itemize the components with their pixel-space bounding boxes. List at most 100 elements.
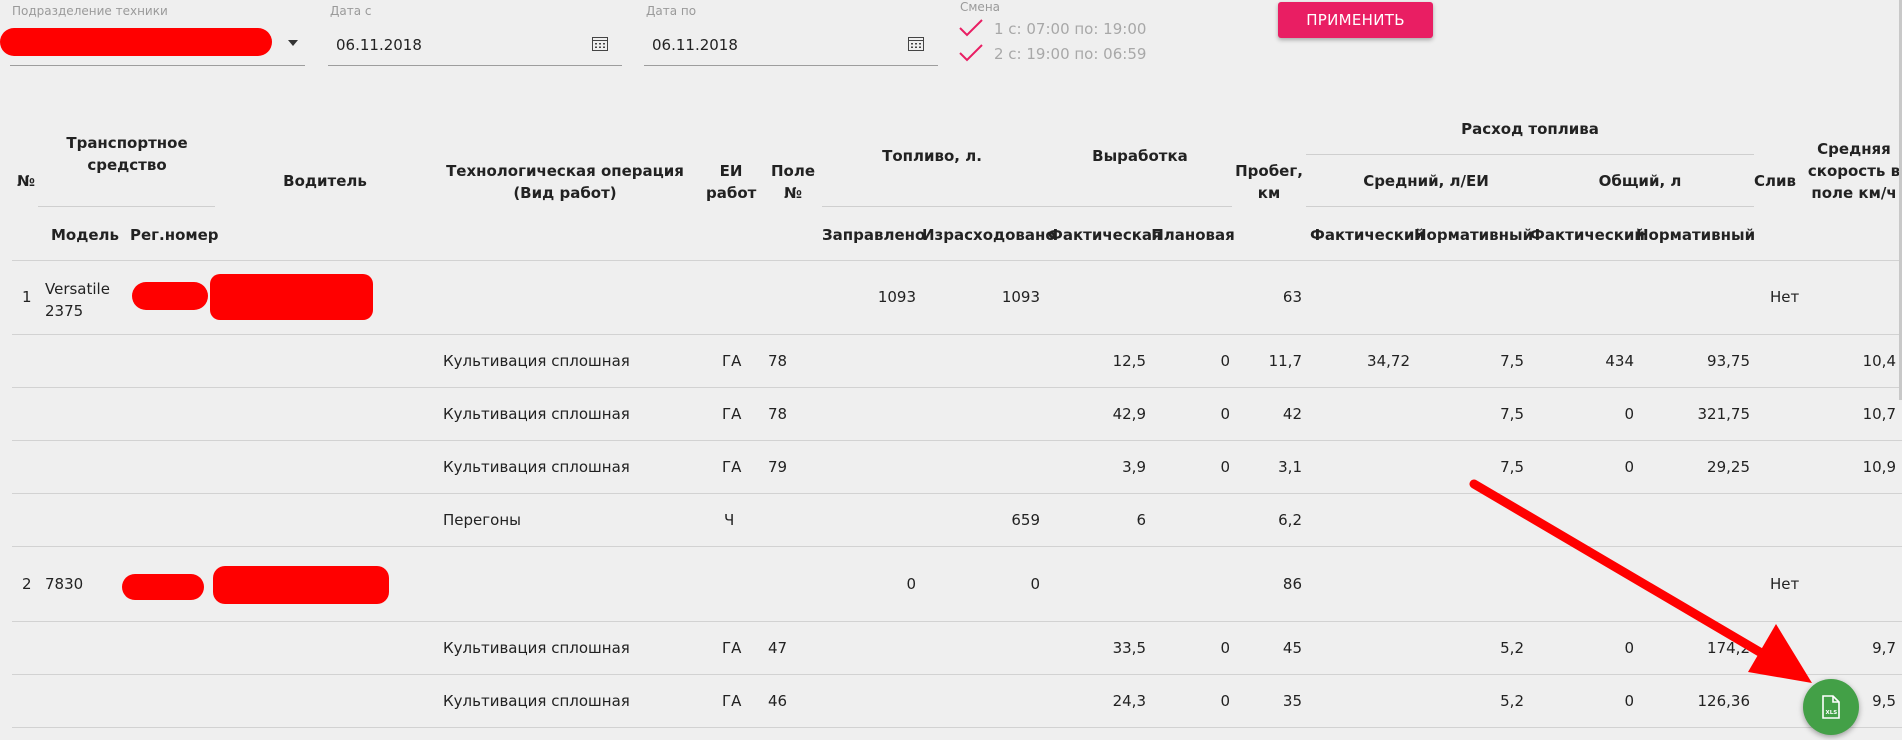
row-num: 2 [22,575,32,593]
output-actual-value: 12,5 [1112,352,1146,370]
drain-value: Нет [1770,575,1800,593]
col-tot-norm-header: Нормативный [1636,226,1756,244]
col-output-header: Выработка [1092,147,1188,165]
col-fuel-header: Топливо, л. [882,147,982,165]
mileage-value: 42 [1282,405,1302,423]
field-value: 46 [768,692,788,710]
output-planned-value: 0 [1220,692,1230,710]
avg-norm-value: 7,5 [1500,352,1524,370]
speed-value: 10,9 [1862,458,1896,476]
output-planned-value: 0 [1220,458,1230,476]
output-actual-value: 33,5 [1112,639,1146,657]
col-reg-header: Рег.номер [130,226,219,244]
refueled-value: 0 [906,575,916,593]
unit-value: ГА [722,352,742,370]
speed-value: 10,4 [1862,352,1896,370]
row-divider [12,387,1902,388]
col-speed-header: Средняя скорость в поле км/ч [1807,140,1901,202]
mileage-value: 86 [1282,575,1302,593]
report-table: № Транспортное средство Модель Рег.номер… [0,0,1902,740]
col-tot-fact-header: Фактический [1530,226,1645,244]
col-num-header: № [16,172,36,190]
row-divider [12,493,1902,494]
row-divider [12,334,1902,335]
unit-value: ГА [722,405,742,423]
row-divider [12,546,1902,547]
redacted-reg-number [122,574,204,600]
consumed-value: 0 [1030,575,1040,593]
field-value: 79 [768,458,788,476]
avg-norm-value: 7,5 [1500,405,1524,423]
row-num: 1 [22,288,32,306]
unit-value: Ч [724,511,735,529]
unit-value: ГА [722,692,742,710]
col-avg-header: Средний, л/ЕИ [1363,172,1489,190]
field-value: 47 [768,639,788,657]
mileage-value: 35 [1282,692,1302,710]
output-planned-value: 0 [1220,352,1230,370]
col-avg-fact-header: Фактический [1310,226,1425,244]
tot-fact-value: 0 [1624,405,1634,423]
vehicle-model: Versatile 2375 [45,280,110,320]
speed-value: 9,7 [1872,639,1896,657]
operation-value: Культивация сплошная [443,405,630,423]
redacted-reg-number [132,282,208,310]
field-value: 78 [768,352,788,370]
drain-value: Нет [1770,288,1800,306]
operation-value: Культивация сплошная [443,639,630,657]
output-planned-value: 0 [1220,405,1230,423]
tot-norm-value: 93,75 [1707,352,1750,370]
row-divider [12,674,1902,675]
col-field-header: Поле № [770,162,816,202]
row-divider [12,260,1902,261]
header-divider [38,206,215,207]
row-divider [12,621,1902,622]
tot-norm-value: 126,36 [1697,692,1751,710]
operation-value: Культивация сплошная [443,692,630,710]
row-divider [12,727,1902,728]
tot-norm-value: 321,75 [1697,405,1751,423]
col-output-actual-header: Фактическая [1048,226,1162,244]
avg-norm-value: 7,5 [1500,458,1524,476]
consumed-value: 1093 [1001,288,1040,306]
operation-value: Культивация сплошная [443,352,630,370]
row-divider [12,440,1902,441]
col-unit-header: ЕИ работ [706,162,757,202]
xls-file-icon: XLS [1822,695,1840,719]
col-driver-header: Водитель [283,172,367,190]
mileage-value: 3,1 [1278,458,1302,476]
redacted-driver [210,274,373,320]
tot-fact-value: 0 [1624,639,1634,657]
output-actual-value: 6 [1136,511,1146,529]
mileage-value: 45 [1282,639,1302,657]
avg-norm-value: 5,2 [1500,639,1524,657]
consumed-value: 659 [1011,511,1040,529]
col-total-header: Общий, л [1598,172,1682,190]
output-planned-value: 0 [1220,639,1230,657]
col-output-planned-header: Плановая [1151,226,1235,244]
vehicle-model: 7830 [45,575,84,593]
output-actual-value: 24,3 [1112,692,1146,710]
tot-norm-value: 174,2 [1707,639,1750,657]
mileage-value: 6,2 [1278,511,1302,529]
mileage-value: 63 [1282,288,1302,306]
avg-fact-value: 34,72 [1367,352,1410,370]
col-vehicle-header: Транспортное средство [66,134,188,174]
unit-value: ГА [722,458,742,476]
col-refueled-header: Заправлено [822,226,926,244]
operation-value: Культивация сплошная [443,458,630,476]
avg-norm-value: 5,2 [1500,692,1524,710]
output-actual-value: 42,9 [1112,405,1146,423]
col-operation-header: Технологическая операция (Вид работ) [446,162,684,202]
operation-value: Перегоны [443,511,521,529]
output-actual-value: 3,9 [1122,458,1146,476]
unit-value: ГА [722,639,742,657]
header-divider [1306,206,1754,207]
svg-text:XLS: XLS [1826,710,1838,716]
col-model-header: Модель [51,226,119,244]
col-consumed-header: Израсходовано [922,226,1056,244]
export-xls-button[interactable]: XLS [1803,679,1859,735]
refueled-value: 1093 [877,288,916,306]
header-divider [822,206,1232,207]
col-drain-header: Слив [1754,172,1796,190]
